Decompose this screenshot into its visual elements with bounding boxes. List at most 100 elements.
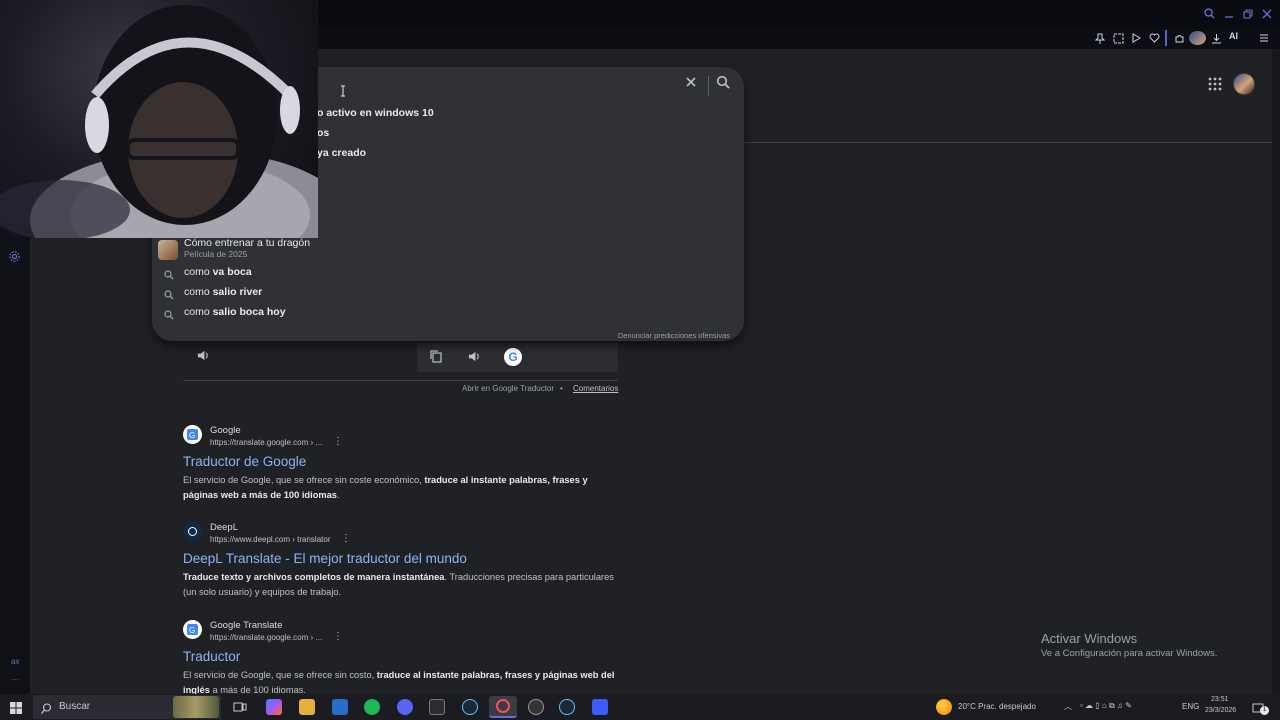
weather-text[interactable]: 20°C Prac. despejado — [958, 702, 1036, 711]
search-icon — [164, 287, 175, 300]
spotify-icon[interactable] — [364, 699, 380, 715]
obs-icon[interactable] — [528, 699, 544, 715]
copy-icon[interactable] — [430, 350, 444, 364]
webcam-overlay — [0, 0, 318, 238]
mail-icon[interactable] — [332, 699, 348, 715]
windows-activation-watermark: Activar Windows Ve a Configuración para … — [1041, 631, 1217, 659]
screenshot-icon[interactable] — [1111, 31, 1125, 45]
open-translator-link[interactable]: Abrir en Google Traductor — [462, 384, 554, 393]
more-icon[interactable]: ··· — [11, 675, 19, 684]
windows-start-icon[interactable] — [10, 701, 22, 714]
chevron-up-icon[interactable]: ︿ — [1064, 701, 1072, 712]
menu-icon[interactable] — [1257, 31, 1271, 45]
result-title[interactable]: Traductor — [183, 649, 240, 664]
suggestion-item[interactable]: como va boca — [184, 266, 252, 278]
speaker-icon[interactable] — [197, 349, 211, 363]
discord-icon[interactable] — [397, 699, 413, 715]
entity-suggestion-title[interactable]: Cómo entrenar a tu dragón — [184, 237, 310, 249]
watermark-subtitle: Ve a Configuración para activar Windows. — [1041, 648, 1218, 659]
suggestion-completion: salio boca hoy — [212, 306, 286, 318]
snippet-text: . — [336, 490, 340, 500]
search-result: G Google https://translate.google.com › … — [183, 425, 643, 505]
listen-icon[interactable] — [468, 350, 482, 364]
entity-suggestion-subtitle: Película de 2025 — [184, 249, 248, 259]
extensions-icon[interactable] — [1172, 31, 1186, 45]
result-url[interactable]: https://translate.google.com › ... — [210, 438, 322, 447]
ai-button[interactable]: AI — [1229, 31, 1238, 41]
more-options-icon[interactable]: ⋮ — [341, 534, 351, 544]
taskbar-search-box[interactable]: Buscar — [33, 695, 221, 719]
language-indicator[interactable]: ENG — [1182, 702, 1199, 711]
suggestion-item[interactable]: como salio river — [184, 286, 262, 298]
file-explorer-icon[interactable] — [299, 699, 315, 715]
result-url[interactable]: https://www.deepl.com › translator — [210, 535, 331, 544]
search-submit-button[interactable] — [716, 75, 733, 92]
search-icon — [164, 267, 175, 280]
svg-text:G: G — [189, 626, 195, 635]
separator-dot: • — [560, 384, 563, 393]
result-site-name: Google Translate — [210, 620, 283, 631]
suggestion-prefix: como — [184, 286, 213, 298]
minimize-icon[interactable] — [1222, 7, 1235, 20]
report-predictions-link[interactable]: Denunciar predicciones ofensivas — [618, 331, 730, 340]
watermark-title: Activar Windows — [1041, 631, 1138, 646]
deepl-favicon-icon — [183, 522, 202, 541]
divider — [708, 76, 709, 96]
weather-icon[interactable] — [936, 699, 952, 715]
result-site-name: DeepL — [210, 522, 238, 533]
heart-icon[interactable] — [1147, 31, 1161, 45]
suggestion-completion: os — [317, 127, 330, 139]
result-title[interactable]: DeepL Translate - El mejor traductor del… — [183, 551, 467, 566]
result-title[interactable]: Traductor de Google — [183, 454, 306, 469]
pin-icon[interactable] — [1093, 31, 1107, 45]
opera-gx-icon[interactable] — [489, 696, 517, 718]
task-view-icon[interactable] — [232, 699, 248, 715]
webcam-person-image — [0, 5, 318, 238]
page-scrollbar[interactable] — [1272, 49, 1280, 694]
result-snippet: Traduce texto y archivos completos de ma… — [183, 570, 623, 600]
app-icon[interactable] — [592, 699, 608, 715]
suggestion-item[interactable]: como salio boca hoy — [184, 306, 286, 318]
search-icon[interactable] — [1203, 7, 1216, 20]
result-url[interactable]: https://translate.google.com › ... — [210, 633, 322, 642]
account-avatar[interactable] — [1233, 73, 1255, 95]
tray-icons[interactable]: ▫ ☁ ▯ ⌂ ⧉ ♫ ✎ — [1080, 701, 1132, 711]
search-icon — [164, 307, 175, 320]
suggestion-prefix: como — [184, 306, 213, 318]
svg-text:G: G — [189, 431, 195, 440]
snippet-text: El servicio de Google, que se ofrece sin… — [183, 475, 425, 485]
settings-icon[interactable] — [8, 250, 23, 265]
clear-search-button[interactable] — [684, 75, 700, 91]
windows-taskbar: Buscar 20°C Prac. despejado ︿ ▫ ☁ ▯ ⌂ ⧉ … — [0, 694, 1280, 720]
search-icon — [41, 701, 52, 714]
suggestion-completion: va boca — [212, 266, 252, 278]
profile-avatar[interactable] — [1189, 31, 1206, 45]
restore-icon[interactable] — [1241, 7, 1254, 20]
more-options-icon[interactable]: ⋮ — [333, 437, 343, 447]
more-options-icon[interactable]: ⋮ — [333, 632, 343, 642]
steam-icon[interactable] — [559, 699, 575, 715]
epic-games-icon[interactable] — [429, 699, 445, 715]
snippet-highlight: Traduce texto y archivos completos de ma… — [183, 572, 445, 582]
copilot-icon[interactable] — [266, 699, 282, 715]
google-translate-favicon-icon: G — [183, 620, 202, 639]
sidebar-bottom-label[interactable]: ax — [11, 657, 19, 666]
play-icon[interactable] — [1129, 31, 1143, 45]
toolbar-divider — [1165, 30, 1167, 46]
feedback-link[interactable]: Comentarios — [573, 384, 618, 393]
suggestion-completion: ya creado — [317, 147, 367, 159]
download-icon[interactable] — [1209, 31, 1223, 45]
suggestion-item[interactable]: ya creado — [317, 147, 366, 159]
suggestion-item[interactable]: o activo en windows 10 — [317, 107, 434, 119]
apps-grid-icon[interactable] — [1208, 77, 1224, 93]
search-input[interactable] — [342, 69, 682, 101]
steam-icon[interactable] — [462, 699, 478, 715]
snippet-text: El servicio de Google, que se ofrece sin… — [183, 670, 377, 680]
clock-date[interactable]: 23/3/2026 — [1205, 707, 1236, 714]
notification-badge: 1 — [1260, 706, 1269, 715]
movie-thumbnail[interactable] — [158, 240, 178, 260]
suggestion-item[interactable]: os — [317, 127, 329, 139]
google-logo-icon[interactable]: G — [504, 348, 522, 366]
clock-time[interactable]: 23:51 — [1211, 696, 1229, 703]
close-icon[interactable] — [1260, 7, 1273, 20]
